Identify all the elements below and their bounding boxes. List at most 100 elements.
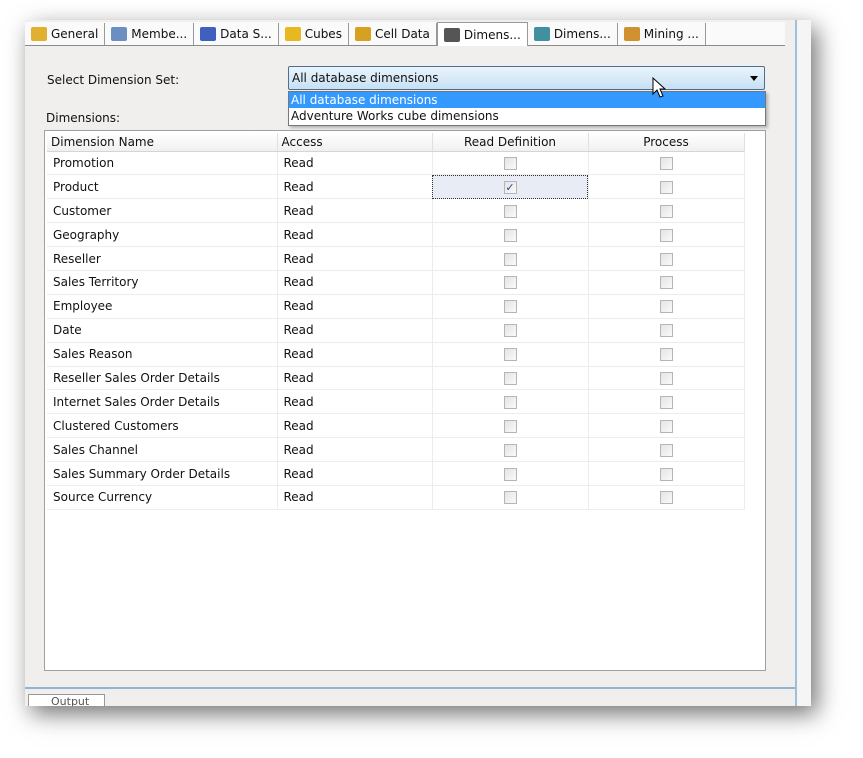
process-checkbox[interactable] (659, 467, 673, 481)
tab-2[interactable]: Data S... (194, 23, 279, 45)
table-row[interactable]: Geography Read (47, 222, 745, 248)
dimension-set-dropdown: All database dimensions Adventure Works … (288, 91, 766, 126)
tab-label: Dimens... (463, 27, 521, 42)
tab-label: Dimens... (553, 27, 611, 41)
col-read-definition[interactable]: Read Definition (432, 133, 589, 152)
table-row[interactable]: Promotion Read (47, 151, 745, 176)
table-row[interactable]: Sales Reason Read (47, 342, 745, 367)
col-access[interactable]: Access (277, 133, 433, 152)
tab-label: Mining ... (643, 27, 699, 41)
table-row[interactable]: Sales Territory Read (47, 270, 745, 295)
access-value[interactable]: Read (277, 174, 433, 200)
process-checkbox[interactable] (659, 276, 673, 290)
tab-5[interactable]: Dimens... (436, 22, 528, 46)
process-checkbox[interactable] (659, 180, 673, 194)
access-value[interactable]: Read (277, 270, 433, 295)
col-process[interactable]: Process (588, 133, 745, 152)
read-definition-checkbox[interactable] (503, 204, 517, 218)
table-row[interactable]: Employee Read (47, 294, 745, 319)
option-cube-dimensions[interactable]: Adventure Works cube dimensions (289, 108, 765, 124)
access-value[interactable]: Read (277, 461, 433, 486)
tab-label: Membe... (131, 27, 188, 41)
access-value[interactable]: Read (277, 437, 433, 463)
table-row[interactable]: Source Currency Read (47, 485, 745, 510)
dimension-name: Promotion (47, 151, 278, 176)
col-dimension-name[interactable]: Dimension Name (47, 133, 278, 152)
table-row[interactable]: Internet Sales Order Details Read (47, 389, 745, 415)
table-row[interactable]: Reseller Sales Order Details Read (47, 366, 745, 391)
pane-divider (25, 687, 795, 690)
read-definition-checkbox[interactable] (503, 491, 517, 505)
read-definition-checkbox[interactable] (503, 395, 517, 409)
read-definition-checkbox[interactable] (503, 276, 517, 290)
process-checkbox[interactable] (659, 204, 673, 218)
process-checkbox[interactable] (659, 324, 673, 338)
dimension-name: Sales Reason (47, 342, 278, 367)
access-value[interactable]: Read (277, 198, 433, 224)
dimension-name: Sales Territory (47, 270, 278, 295)
tab-6[interactable]: Dimens... (528, 23, 618, 45)
process-checkbox[interactable] (659, 491, 673, 505)
access-value[interactable]: Read (277, 413, 433, 439)
option-all-database-dimensions[interactable]: All database dimensions (289, 92, 765, 108)
tab-7[interactable]: Mining ... (618, 23, 706, 45)
access-value[interactable]: Read (277, 151, 433, 176)
process-checkbox[interactable] (659, 443, 673, 457)
process-checkbox[interactable] (659, 156, 673, 170)
read-definition-checkbox[interactable] (503, 228, 517, 242)
table-row[interactable]: Clustered Customers Read (47, 413, 745, 439)
dimension-name: Date (47, 318, 278, 343)
access-value[interactable]: Read (277, 246, 433, 271)
dimension-name: Product (47, 174, 278, 200)
access-value[interactable]: Read (277, 366, 433, 391)
table-row[interactable]: Reseller Read (47, 246, 745, 271)
dimension-name: Internet Sales Order Details (47, 389, 278, 415)
process-checkbox[interactable] (659, 300, 673, 314)
process-checkbox[interactable] (659, 419, 673, 433)
access-value[interactable]: Read (277, 222, 433, 248)
tab-label: General (51, 27, 99, 41)
cell-data-icon (354, 27, 371, 41)
read-definition-checkbox[interactable] (503, 252, 517, 266)
access-value[interactable]: Read (277, 389, 433, 415)
combo-value: All database dimensions (292, 71, 439, 85)
tab-label: Data S... (220, 27, 272, 41)
access-value[interactable]: Read (277, 342, 433, 367)
chevron-down-icon[interactable] (750, 76, 758, 81)
read-definition-checkbox[interactable] (503, 348, 517, 362)
read-definition-checkbox[interactable] (503, 156, 517, 170)
cube-icon (284, 27, 301, 41)
process-checkbox[interactable] (659, 395, 673, 409)
dimensions-label: Dimensions: (46, 111, 121, 125)
process-checkbox[interactable] (659, 371, 673, 385)
read-definition-checkbox[interactable] (503, 419, 517, 433)
read-definition-checkbox[interactable] (503, 467, 517, 481)
access-value[interactable]: Read (277, 485, 433, 510)
table-row[interactable]: Date Read (47, 318, 745, 343)
dimension-set-combobox[interactable]: All database dimensions (288, 66, 765, 90)
dimension-name: Customer (47, 198, 278, 224)
read-definition-checkbox[interactable] (503, 443, 517, 457)
table-row[interactable]: Sales Channel Read (47, 437, 745, 463)
process-checkbox[interactable] (659, 228, 673, 242)
tab-0[interactable]: General (25, 23, 106, 45)
read-definition-checkbox[interactable]: ✓ (503, 180, 517, 194)
mouse-cursor-icon (652, 77, 667, 98)
tab-4[interactable]: Cell Data (349, 23, 437, 45)
properties-pane (795, 20, 811, 706)
read-definition-checkbox[interactable] (503, 324, 517, 338)
tab-1[interactable]: Membe... (105, 23, 195, 45)
dimension-name: Geography (47, 222, 278, 248)
read-definition-checkbox[interactable] (503, 300, 517, 314)
read-definition-checkbox[interactable] (503, 371, 517, 385)
table-row[interactable]: Customer Read (47, 198, 745, 224)
output-tab[interactable]: Output (28, 694, 105, 706)
access-value[interactable]: Read (277, 318, 433, 343)
table-row[interactable]: Sales Summary Order Details Read (47, 461, 745, 486)
table-row[interactable]: Product Read ✓ (47, 174, 745, 200)
process-checkbox[interactable] (659, 252, 673, 266)
tab-3[interactable]: Cubes (279, 23, 349, 45)
process-checkbox[interactable] (659, 348, 673, 362)
access-value[interactable]: Read (277, 294, 433, 319)
dimension-name: Source Currency (47, 485, 278, 510)
